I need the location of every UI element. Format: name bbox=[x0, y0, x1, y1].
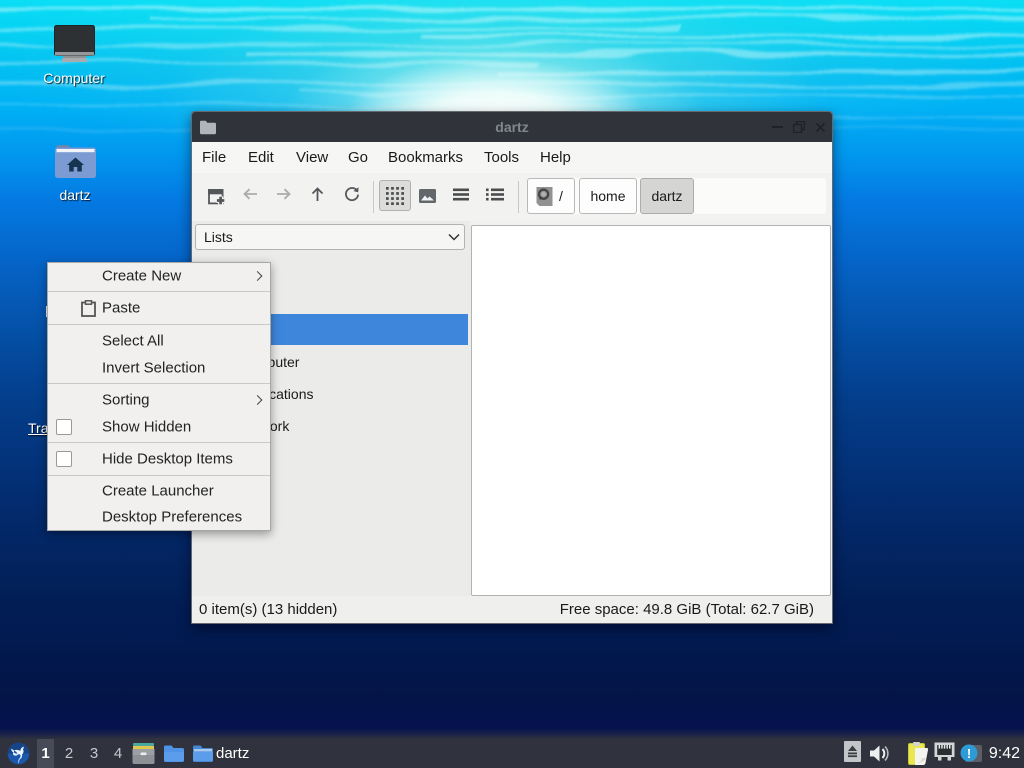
svg-text:!: ! bbox=[967, 746, 971, 761]
